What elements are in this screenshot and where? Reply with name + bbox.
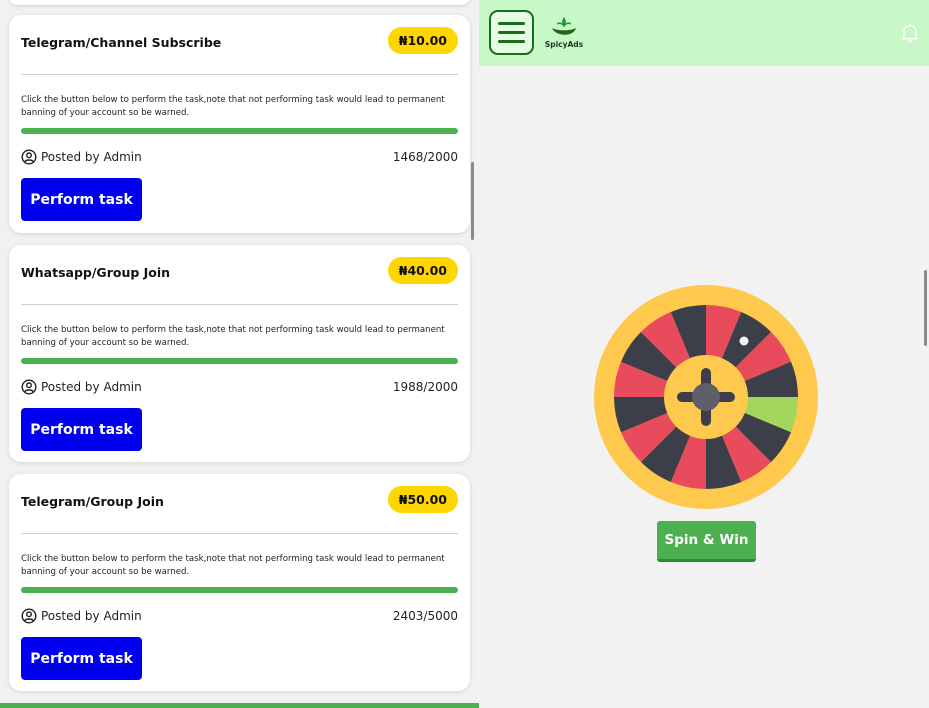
roulette-wheel[interactable]: [594, 285, 818, 509]
poster-label: Posted by Admin: [41, 150, 142, 164]
price-badge: ₦40.00: [387, 257, 458, 284]
hub-center: [692, 383, 720, 411]
logo-text: SpicyAds: [544, 40, 584, 49]
task-title: Telegram/Group Join: [21, 494, 164, 509]
hamburger-menu-icon[interactable]: [489, 10, 534, 55]
user-circle-icon: [21, 149, 37, 165]
divider: [21, 304, 458, 305]
task-card: Whatsapp/Group Join ₦40.00 Click the but…: [9, 245, 470, 462]
poster: Posted by Admin: [21, 608, 142, 624]
poster-label: Posted by Admin: [41, 380, 142, 394]
wheel-ball: [739, 336, 749, 346]
task-title: Whatsapp/Group Join: [21, 265, 171, 280]
task-description: Click the button below to perform the ta…: [21, 95, 445, 118]
poster: Posted by Admin: [21, 149, 142, 165]
task-card: Telegram/Group Join ₦50.00 Click the but…: [9, 474, 470, 691]
user-circle-icon: [21, 608, 37, 624]
spin-panel: SpicyAds Spin & Win: [479, 0, 929, 708]
price-badge: ₦50.00: [387, 486, 458, 513]
spin-and-win-button[interactable]: Spin & Win: [657, 521, 756, 562]
task-progress-bar: [21, 128, 458, 134]
perform-task-button[interactable]: Perform task: [21, 637, 142, 680]
perform-task-button[interactable]: Perform task: [21, 408, 142, 451]
poster-label: Posted by Admin: [41, 609, 142, 623]
scrollbar-thumb[interactable]: [924, 270, 927, 346]
user-circle-icon: [21, 379, 37, 395]
poster: Posted by Admin: [21, 379, 142, 395]
task-meta-row: Posted by Admin 1468/2000: [21, 148, 458, 166]
spicyads-logo[interactable]: SpicyAds: [543, 14, 585, 54]
task-card: Telegram/Channel Subscribe ₦10.00 Click …: [9, 15, 470, 233]
scrollbar-thumb[interactable]: [471, 162, 474, 240]
price-badge: ₦10.00: [387, 27, 458, 54]
bottom-accent-bar: [0, 703, 479, 708]
bell-icon[interactable]: [900, 22, 920, 44]
task-meta-row: Posted by Admin 2403/5000: [21, 607, 458, 625]
divider: [21, 533, 458, 534]
perform-task-button[interactable]: Perform task: [21, 178, 142, 221]
task-count: 2403/5000: [392, 609, 458, 623]
chili-pepper-icon: [552, 17, 576, 35]
task-list-panel[interactable]: Telegram/Channel Subscribe ₦10.00 Click …: [0, 0, 479, 708]
task-count: 1468/2000: [392, 150, 458, 164]
divider: [21, 74, 458, 75]
app-header: SpicyAds: [479, 0, 929, 66]
task-progress-bar: [21, 358, 458, 364]
task-description: Click the button below to perform the ta…: [21, 325, 445, 348]
task-description: Click the button below to perform the ta…: [21, 554, 445, 577]
task-meta-row: Posted by Admin 1988/2000: [21, 378, 458, 396]
task-progress-bar: [21, 587, 458, 593]
task-count: 1988/2000: [392, 380, 458, 394]
previous-task-card: [9, 0, 470, 5]
task-title: Telegram/Channel Subscribe: [21, 35, 222, 50]
